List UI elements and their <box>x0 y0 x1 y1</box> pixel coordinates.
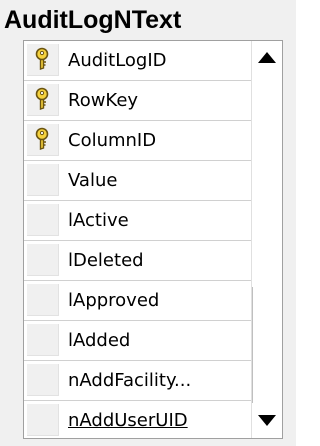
row-selector[interactable] <box>27 404 59 436</box>
column-row[interactable]: Value <box>24 161 251 201</box>
column-row[interactable]: lAdded <box>24 321 251 361</box>
arrow-up-icon <box>258 52 276 63</box>
column-row[interactable]: lDeleted <box>24 241 251 281</box>
column-name: lApproved <box>68 290 160 311</box>
table-title: AuditLogNText <box>4 6 182 34</box>
key-icon <box>35 47 49 70</box>
column-grid: AuditLogID RowKey ColumnID Value lActive lDel… <box>23 40 283 439</box>
row-selector[interactable] <box>27 284 59 316</box>
scroll-track[interactable] <box>252 75 282 404</box>
key-icon <box>35 127 49 150</box>
column-name: nAddUserUID <box>68 410 188 431</box>
row-selector[interactable] <box>27 324 59 356</box>
scroll-thumb[interactable] <box>252 287 282 403</box>
column-name: lAdded <box>68 330 131 351</box>
column-row[interactable]: RowKey <box>24 81 251 121</box>
scroll-up-button[interactable] <box>252 41 282 75</box>
column-row[interactable]: nAddFacility... <box>24 361 251 401</box>
row-selector[interactable] <box>27 364 59 396</box>
column-name: lDeleted <box>68 250 144 271</box>
column-row[interactable]: lActive <box>24 201 251 241</box>
column-name: lActive <box>68 210 129 231</box>
vertical-scrollbar[interactable] <box>251 41 282 438</box>
row-selector[interactable] <box>27 164 59 196</box>
column-list: AuditLogID RowKey ColumnID Value lActive lDel… <box>24 41 251 438</box>
scroll-down-button[interactable] <box>252 404 282 438</box>
column-name: ColumnID <box>68 130 157 151</box>
row-selector[interactable] <box>27 84 59 116</box>
row-selector[interactable] <box>27 124 59 156</box>
column-row[interactable]: ColumnID <box>24 121 251 161</box>
row-selector[interactable] <box>27 244 59 276</box>
row-selector[interactable] <box>27 204 59 236</box>
column-name: AuditLogID <box>68 50 167 71</box>
row-selector[interactable] <box>27 44 59 76</box>
column-name: RowKey <box>68 90 139 111</box>
column-row[interactable]: AuditLogID <box>24 41 251 81</box>
key-icon <box>35 87 49 110</box>
column-name: Value <box>68 170 118 191</box>
table-designer-box[interactable]: AuditLogNText AuditLogID RowKey ColumnID Va… <box>0 0 296 446</box>
column-row[interactable]: nAddUserUID <box>24 401 251 438</box>
column-name: nAddFacility... <box>68 370 192 391</box>
arrow-down-icon <box>258 415 276 426</box>
column-row[interactable]: lApproved <box>24 281 251 321</box>
